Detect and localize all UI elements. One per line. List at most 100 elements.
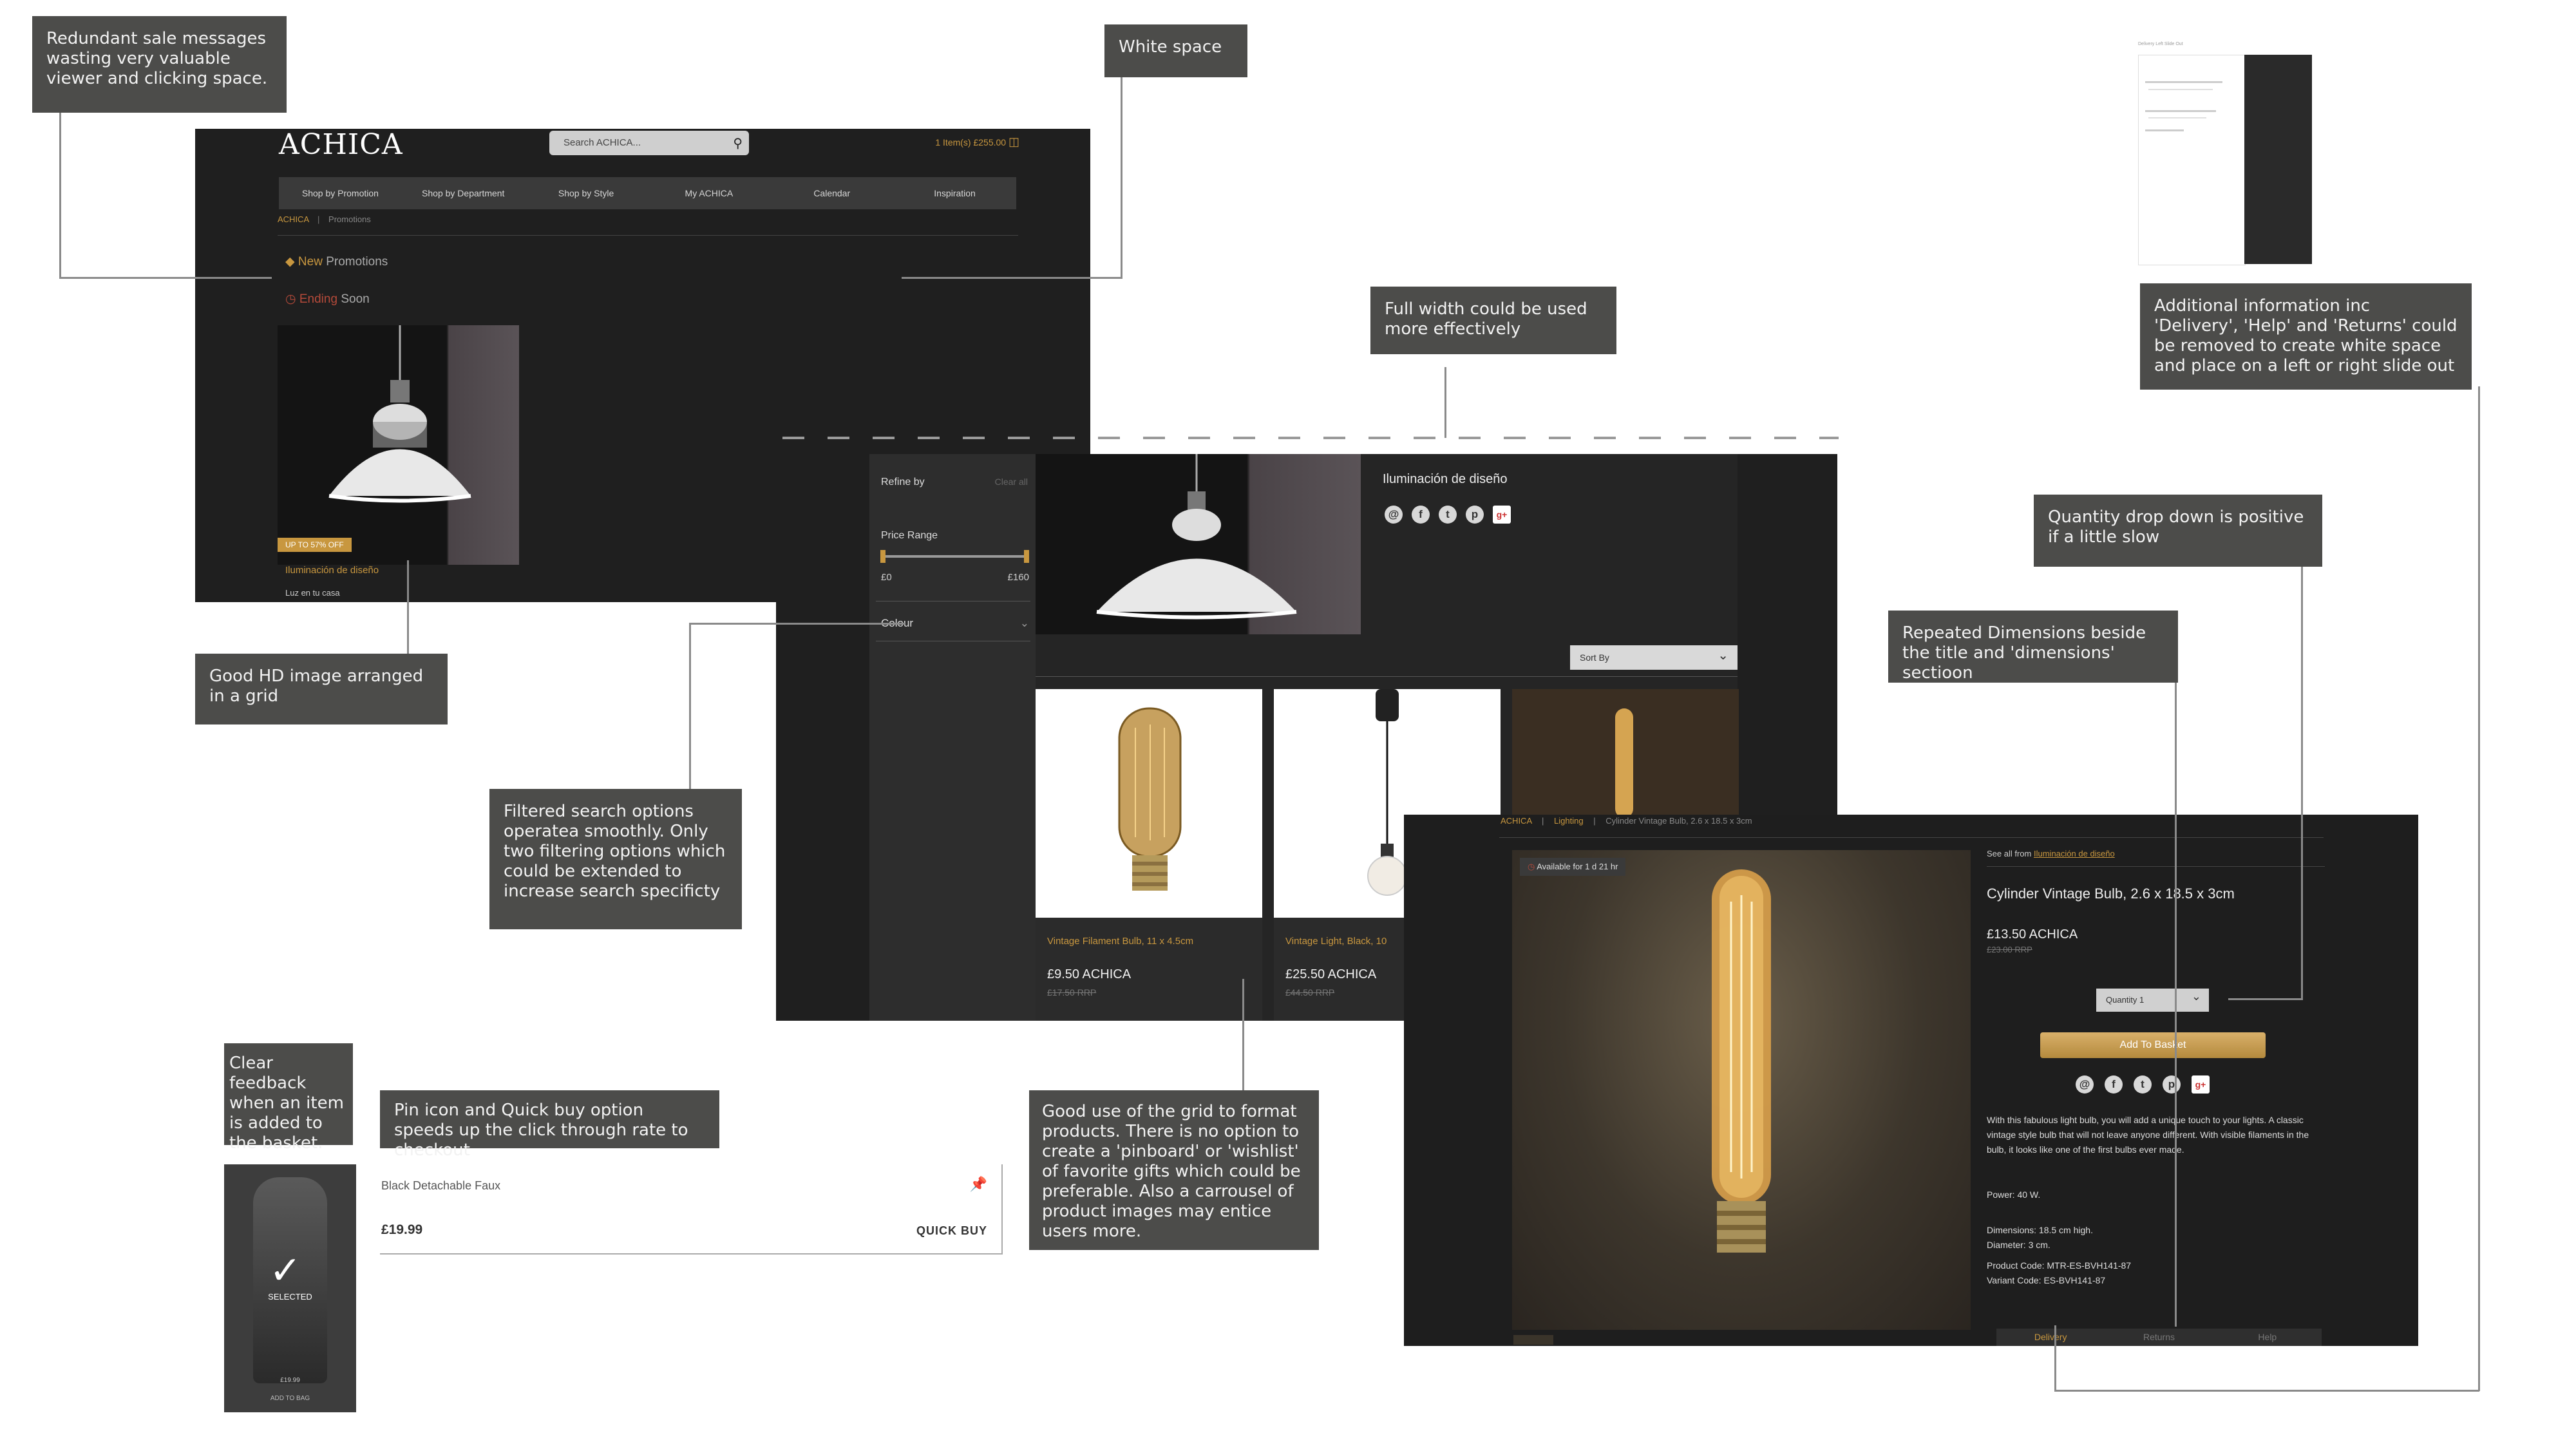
pinterest-icon[interactable]: p	[1466, 506, 1484, 524]
slide-out-thumbnail: Delivery Left Slide Out	[2138, 42, 2315, 267]
main-nav: Shop by Promotion Shop by Department Sho…	[279, 177, 1016, 209]
nav-calendar[interactable]: Calendar	[770, 177, 893, 209]
price-slider[interactable]	[880, 550, 1029, 563]
connector-line	[1242, 979, 1244, 1096]
product-card[interactable]	[1512, 689, 1739, 818]
site-logo[interactable]: ACHICA	[279, 129, 403, 161]
search-box[interactable]: Search ACHICA... ⚲	[549, 131, 749, 155]
tab-help[interactable]: Help	[2213, 1329, 2322, 1346]
clock-icon: ◷	[285, 292, 296, 306]
breadcrumb-home[interactable]: ACHICA	[1501, 816, 1531, 826]
ending-soon-link[interactable]: ◷ Ending Soon	[285, 292, 370, 307]
promo-image[interactable]	[278, 325, 519, 565]
basket-text[interactable]: 1 Item(s) £255.00	[935, 137, 1006, 147]
product-image[interactable]	[1036, 689, 1262, 918]
cylinder-bulb-icon	[1712, 869, 1771, 1253]
chevron-down-icon[interactable]: ⌄	[1718, 647, 1728, 663]
see-all-prefix: See all from	[1987, 849, 2032, 858]
chevron-down-icon[interactable]: ⌄	[1020, 617, 1029, 630]
divider	[1987, 866, 2325, 867]
note-pin: Pin icon and Quick buy option speeds up …	[380, 1090, 719, 1160]
price-range-label: Price Range	[881, 530, 938, 541]
share-icons: @ f t p g+	[1385, 506, 1511, 524]
text-line	[2148, 117, 2206, 118]
pin-icon[interactable]: 📌	[970, 1176, 987, 1193]
product-main-image[interactable]: ◷ Available for 1 d 21 hr	[1512, 850, 1971, 1330]
product-rrp: £44.50 RRP	[1285, 987, 1335, 998]
add-to-basket-button[interactable]: Add To Basket	[2040, 1032, 2266, 1058]
nav-shop-by-department[interactable]: Shop by Department	[402, 177, 525, 209]
nav-shop-by-promotion[interactable]: Shop by Promotion	[279, 177, 402, 209]
note-grid: Good use of the grid to format products.…	[1029, 1090, 1319, 1250]
text-line	[2145, 129, 2184, 131]
product-title: Cylinder Vintage Bulb, 2.6 x 18.5 x 3cm	[1987, 886, 2235, 902]
note-quantity: Quantity drop down is positive if a litt…	[2034, 495, 2322, 567]
connector-line	[2175, 683, 2177, 1327]
info-tabs: Delivery Returns Help	[1996, 1329, 2322, 1346]
product-description: With this fabulous light bulb, you will …	[1987, 1115, 2309, 1155]
see-all-link[interactable]: Iluminación de diseño	[2034, 849, 2115, 858]
new-promotions-link[interactable]: ◆ New Promotions	[285, 254, 388, 269]
basket-summary[interactable]: 1 Item(s) £255.00 ◫	[935, 135, 1019, 149]
twitter-icon[interactable]: t	[2134, 1075, 2152, 1094]
text-line	[2145, 81, 2222, 83]
connector-line	[2478, 386, 2480, 1391]
breadcrumb-category[interactable]: Lighting	[1554, 816, 1584, 826]
breadcrumb-home[interactable]: ACHICA	[278, 214, 308, 224]
slide-out-dark-panel	[2244, 55, 2312, 264]
chevron-down-icon[interactable]: ⌄	[2192, 990, 2201, 1003]
add-to-bag-label[interactable]: ADD TO BAG	[224, 1395, 356, 1402]
tab-returns[interactable]: Returns	[2105, 1329, 2213, 1346]
discount-badge: UP TO 57% OFF	[278, 538, 352, 552]
pendant-lamp-icon	[1096, 454, 1297, 620]
quick-buy-button[interactable]: QUICK BUY	[916, 1224, 987, 1238]
thumbnail[interactable]	[1513, 1335, 1553, 1345]
connector-line	[1444, 367, 1446, 438]
google-plus-icon[interactable]: g+	[1493, 506, 1511, 524]
facebook-icon[interactable]: f	[1412, 506, 1430, 524]
product-rrp: £17.50 RRP	[1047, 987, 1097, 998]
nav-my-achica[interactable]: My ACHICA	[647, 177, 770, 209]
product-price: £13.50 ACHICA	[1987, 927, 2078, 942]
nav-inspiration[interactable]: Inspiration	[893, 177, 1016, 209]
search-icon[interactable]: ⚲	[733, 135, 743, 151]
sort-by-label[interactable]: Sort By	[1580, 645, 1609, 670]
slider-min-handle[interactable]	[880, 550, 886, 563]
text-line	[2145, 110, 2216, 112]
connector-line	[2301, 567, 2303, 999]
nav-shop-by-style[interactable]: Shop by Style	[525, 177, 648, 209]
quantity-select[interactable]: Quantity 1 ⌄	[2096, 989, 2209, 1012]
product-power: Power: 40 W.	[1987, 1189, 2041, 1200]
product-card[interactable]: Vintage Filament Bulb, 11 x 4.5cm £9.50 …	[1036, 689, 1262, 1021]
quick-buy-panel: Black Detachable Faux 📌 £19.99 QUICK BUY	[380, 1164, 1003, 1255]
twitter-icon[interactable]: t	[1439, 506, 1457, 524]
search-input[interactable]: Search ACHICA...	[564, 131, 641, 155]
vintage-bulb-icon	[1118, 707, 1182, 891]
pinterest-icon[interactable]: p	[2163, 1075, 2181, 1094]
product-price: £9.50 ACHICA	[1047, 967, 1132, 981]
listing-left-gutter	[776, 454, 869, 1021]
slider-max-handle[interactable]	[1024, 550, 1029, 563]
product-name[interactable]: Vintage Light, Black, 10	[1285, 936, 1387, 947]
selected-label: SELECTED	[268, 1292, 312, 1302]
email-icon[interactable]: @	[1385, 506, 1403, 524]
basket-icon[interactable]: ◫	[1009, 135, 1019, 148]
sort-by-select[interactable]: Sort By ⌄	[1570, 645, 1738, 670]
product-code: Product Code: MTR-ES-BVH141-87	[1987, 1260, 2132, 1271]
email-icon[interactable]: @	[2076, 1075, 2094, 1094]
selected-item-card[interactable]: ✓ SELECTED £19.99 ADD TO BAG	[224, 1164, 356, 1412]
facebook-icon[interactable]: f	[2105, 1075, 2123, 1094]
clear-all-link[interactable]: Clear all	[995, 477, 1028, 487]
tab-delivery[interactable]: Delivery	[1996, 1329, 2105, 1346]
brand-banner-image[interactable]	[1036, 454, 1361, 634]
promo-tile[interactable]: UP TO 57% OFF Iluminación de diseño Luz …	[278, 325, 519, 598]
item-name[interactable]: Black Detachable Faux	[381, 1179, 500, 1193]
product-price: £25.50 ACHICA	[1285, 967, 1377, 981]
note-additional-info: Additional information inc 'Delivery', '…	[2140, 283, 2472, 390]
google-plus-icon[interactable]: g+	[2192, 1075, 2210, 1094]
promo-title[interactable]: Iluminación de diseño	[285, 565, 379, 576]
product-name[interactable]: Vintage Filament Bulb, 11 x 4.5cm	[1047, 936, 1193, 947]
note-feedback: Clear feedback when an item is added to …	[224, 1043, 353, 1153]
quantity-label[interactable]: Quantity 1	[2106, 989, 2144, 1012]
new-label: New	[298, 255, 323, 269]
